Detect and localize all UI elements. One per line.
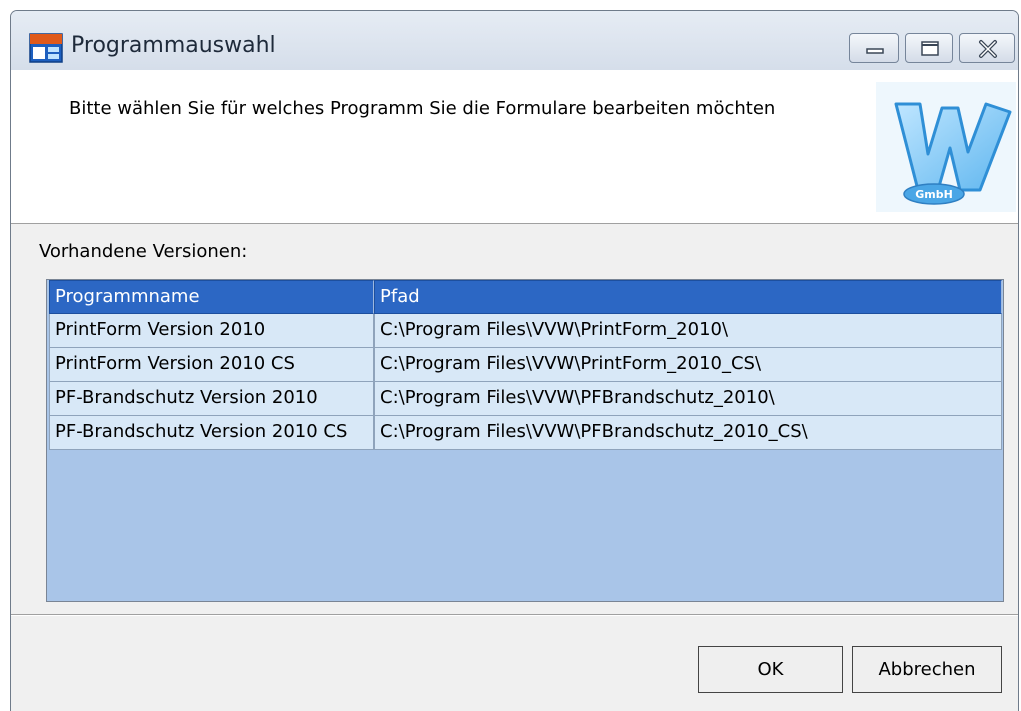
minimize-icon [866,48,884,54]
maximize-button[interactable] [905,33,953,63]
table-row[interactable]: PrintForm Version 2010 C:\Program Files\… [49,314,1002,348]
vvw-gmbh-logo: GmbH [876,82,1016,212]
program-name-cell[interactable]: PF-Brandschutz Version 2010 CS [49,416,374,450]
program-selection-dialog: Programmauswahl Bitte wählen Sie für wel… [10,10,1019,711]
footer-divider [11,614,1018,616]
table-row[interactable]: PF-Brandschutz Version 2010 C:\Program F… [49,382,1002,416]
versions-table[interactable]: Programmname Pfad PrintForm Version 2010… [46,279,1004,602]
path-cell[interactable]: C:\Program Files\VVW\PrintForm_2010_CS\ [374,348,1002,382]
logo-text: GmbH [915,188,953,201]
minimize-button[interactable] [849,33,899,63]
path-cell[interactable]: C:\Program Files\VVW\PFBrandschutz_2010\ [374,382,1002,416]
maximize-icon [921,41,939,56]
program-name-cell[interactable]: PF-Brandschutz Version 2010 [49,382,374,416]
title-bar[interactable]: Programmauswahl [11,11,1018,70]
program-name-cell[interactable]: PrintForm Version 2010 CS [49,348,374,382]
column-header-pfad[interactable]: Pfad [374,280,1002,314]
table-header-row: Programmname Pfad [49,280,1002,314]
ok-button[interactable]: OK [698,646,843,693]
app-window-icon [29,33,63,63]
window-title: Programmauswahl [71,33,276,58]
close-icon [979,40,997,58]
program-name-cell[interactable]: PrintForm Version 2010 [49,314,374,348]
dialog-client-area: Bitte wählen Sie für welches Programm Si… [11,70,1018,711]
dialog-header: Bitte wählen Sie für welches Programm Si… [11,70,1018,224]
instruction-text: Bitte wählen Sie für welches Programm Si… [69,98,776,119]
close-button[interactable] [959,33,1015,63]
cancel-button[interactable]: Abbrechen [852,646,1002,693]
column-header-programmname[interactable]: Programmname [49,280,374,314]
versions-label: Vorhandene Versionen: [39,241,248,262]
path-cell[interactable]: C:\Program Files\VVW\PFBrandschutz_2010_… [374,416,1002,450]
table-row[interactable]: PrintForm Version 2010 CS C:\Program Fil… [49,348,1002,382]
path-cell[interactable]: C:\Program Files\VVW\PrintForm_2010\ [374,314,1002,348]
table-row[interactable]: PF-Brandschutz Version 2010 CS C:\Progra… [49,416,1002,450]
